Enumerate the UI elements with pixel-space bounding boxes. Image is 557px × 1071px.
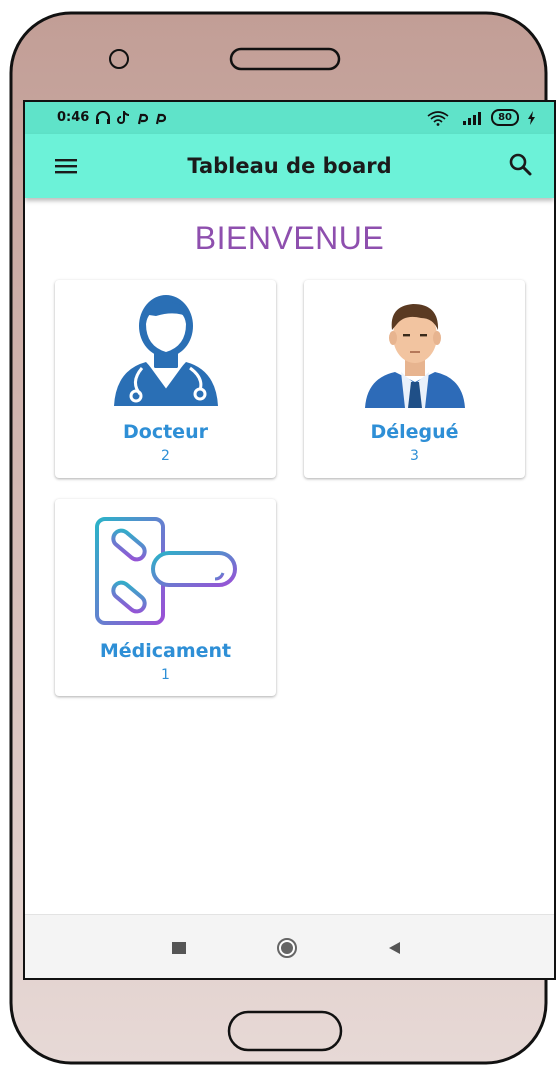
doctor-icon [114, 295, 218, 406]
card-count: 3 [410, 448, 419, 464]
square-recents-icon[interactable] [171, 940, 187, 956]
app-bar: Tableau de board [25, 134, 554, 198]
triangle-back-icon[interactable] [387, 940, 403, 956]
businessman-icon [365, 304, 465, 408]
battery-level: 80 [498, 112, 512, 123]
card-label: Délegué [370, 421, 459, 443]
signal-icon [463, 111, 482, 125]
page-title: Tableau de board [187, 154, 392, 178]
status-bar: 0:46 80 [25, 102, 554, 134]
circle-home-icon[interactable] [276, 937, 298, 959]
pills-icon [95, 517, 237, 625]
card-count: 1 [161, 667, 170, 683]
headphones-icon [96, 110, 111, 124]
tiktok-icon [117, 111, 130, 124]
welcome-heading: BIENVENUE [194, 220, 385, 256]
navigation-bar [25, 914, 554, 978]
charging-icon [528, 110, 535, 125]
card-count: 2 [161, 448, 170, 464]
battery-icon: 80 [491, 109, 519, 126]
status-time: 0:46 [57, 110, 90, 125]
search-icon[interactable] [508, 152, 534, 178]
card-docteur[interactable]: Docteur 2 [55, 280, 276, 478]
card-delegue[interactable]: Délegué 3 [304, 280, 525, 478]
pinterest-icon [138, 113, 149, 124]
card-label: Docteur [123, 421, 208, 443]
wifi-icon [427, 110, 449, 126]
pinterest-icon [156, 113, 167, 124]
phone-screen: 0:46 80 Tableau de board BIENVENUE Docte… [25, 102, 554, 978]
card-medicament[interactable]: Médicament 1 [55, 499, 276, 696]
card-label: Médicament [99, 640, 232, 662]
